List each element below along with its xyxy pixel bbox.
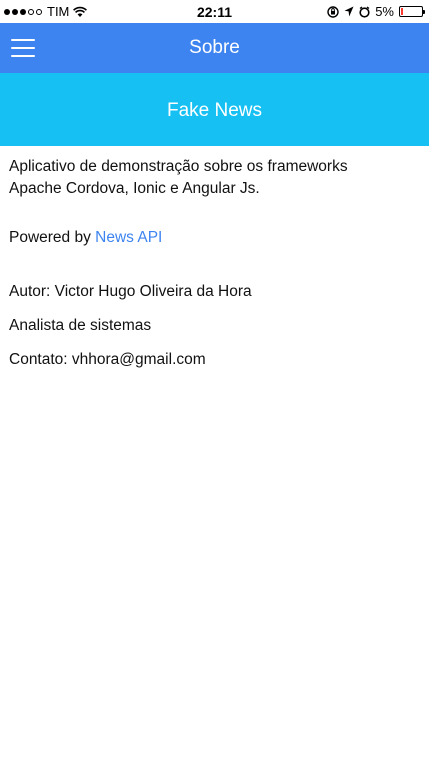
battery-percent: 5%: [375, 4, 394, 19]
status-bar: TIM 22:11 5%: [0, 0, 429, 23]
page-title: Sobre: [189, 37, 240, 58]
battery-icon: [399, 6, 425, 17]
orientation-lock-icon: [327, 5, 339, 18]
powered-by: Powered by News API: [9, 227, 420, 249]
description-line-2: Apache Cordova, Ionic e Angular Js.: [9, 180, 260, 197]
author-text: Autor: Victor Hugo Oliveira da Hora: [9, 283, 252, 300]
hamburger-icon-line: [11, 47, 35, 49]
role-text: Analista de sistemas: [9, 317, 152, 334]
hamburger-icon-line: [11, 39, 35, 41]
app-banner: Fake News: [0, 73, 429, 146]
news-api-link[interactable]: News API: [95, 229, 162, 246]
menu-button[interactable]: [11, 39, 35, 57]
status-right: 5%: [327, 4, 425, 19]
description-line-1: Aplicativo de demonstração sobre os fram…: [9, 158, 348, 175]
app-description: Aplicativo de demonstração sobre os fram…: [9, 156, 420, 200]
alarm-icon: [359, 5, 370, 18]
location-icon: [344, 6, 354, 17]
banner-title: Fake News: [166, 100, 263, 121]
contact-text: Contato: vhhora@gmail.com: [9, 351, 206, 368]
about-content: Aplicativo de demonstração sobre os fram…: [0, 146, 429, 393]
hamburger-icon-line: [11, 55, 35, 57]
app-header: Sobre: [0, 23, 429, 73]
powered-by-label: Powered by: [9, 229, 91, 246]
